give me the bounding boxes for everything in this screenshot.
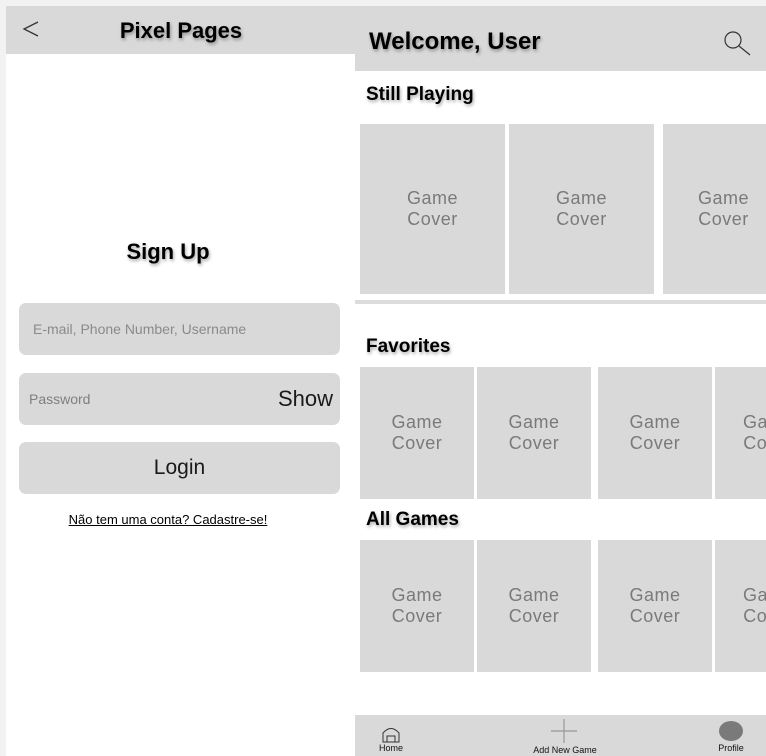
cover-label: Game (629, 412, 681, 432)
signup-screen: Pixel Pages Sign Up E-mail, Phone Number… (6, 6, 355, 756)
welcome-title: Welcome, User (369, 28, 541, 55)
nav-add-new-game[interactable]: Add New Game (520, 715, 610, 756)
cover-label: Game (629, 585, 681, 605)
game-cover-card[interactable]: GameCover (598, 367, 712, 499)
cover-label: Game (391, 585, 443, 605)
signup-link[interactable]: Não tem uma conta? Cadastre-se! (6, 512, 330, 527)
nav-home-label: Home (378, 743, 403, 753)
cover-label: Cover (743, 606, 766, 626)
nav-profile-label: Profile (718, 743, 744, 753)
section-title-favorites: Favorites (366, 336, 451, 357)
nav-profile[interactable]: Profile (709, 715, 753, 756)
cover-label: Cover (391, 606, 443, 626)
show-password-button[interactable]: Show (278, 386, 333, 412)
signup-heading: Sign Up (126, 239, 210, 264)
avatar-icon (719, 721, 743, 741)
password-placeholder: Password (29, 391, 91, 407)
cover-label: Cover (629, 433, 681, 453)
plus-icon (551, 719, 577, 743)
email-placeholder: E-mail, Phone Number, Username (33, 321, 247, 337)
password-field[interactable]: Password Show (19, 373, 340, 425)
game-cover-card[interactable]: GameCover (360, 367, 474, 499)
game-cover-card[interactable]: GameCover (509, 124, 654, 294)
game-cover-card[interactable]: GameCover (477, 367, 591, 499)
home-header: Welcome, User (355, 6, 766, 71)
game-cover-card[interactable]: GameCover (715, 367, 766, 499)
cover-label: Cover (508, 433, 560, 453)
home-icon (382, 728, 400, 743)
cover-label: Cover (743, 433, 766, 453)
cover-label: Cover (508, 606, 560, 626)
cover-label: Cover (391, 433, 443, 453)
nav-add-label: Add New Game (533, 745, 597, 755)
nav-home[interactable]: Home (371, 715, 411, 756)
game-cover-card[interactable]: GameCover (663, 124, 766, 294)
game-cover-card[interactable]: GameCover (360, 540, 474, 672)
cover-label: Game (508, 412, 560, 432)
game-cover-card[interactable]: GameCover (715, 540, 766, 672)
cover-label: Game (508, 585, 560, 605)
signup-header: Pixel Pages (6, 6, 355, 54)
cover-label: Game (555, 188, 608, 208)
cover-label: Game (698, 188, 750, 208)
cover-label: Game (743, 412, 766, 432)
cover-label: Game (391, 412, 443, 432)
cover-label: Game (406, 188, 459, 208)
home-screen: Welcome, User Still Playing Game Cover Ga… (355, 6, 766, 756)
bottom-nav: Home Add New Game Profile (355, 715, 766, 756)
chevron-left-icon[interactable] (20, 16, 42, 42)
wireframe-canvas: Pixel Pages Sign Up E-mail, Phone Number… (0, 0, 766, 756)
game-cover-card[interactable]: GameCover (477, 540, 591, 672)
cover-label: Cover (407, 209, 458, 229)
section-title-all-games: All Games (366, 509, 459, 530)
cover-label: Game (743, 585, 766, 605)
section-title-still-playing: Still Playing (366, 84, 474, 105)
game-cover-card[interactable]: GameCover (598, 540, 712, 672)
cover-label: Cover (556, 209, 607, 229)
app-title: Pixel Pages (119, 18, 243, 43)
section-divider (355, 300, 766, 304)
game-cover-card[interactable]: GameCover (360, 124, 505, 294)
email-field[interactable]: E-mail, Phone Number, Username (19, 303, 340, 355)
cover-label: Cover (629, 606, 681, 626)
cover-label: Cover (698, 209, 749, 229)
search-icon[interactable] (721, 28, 753, 60)
login-button[interactable]: Login (19, 442, 340, 494)
